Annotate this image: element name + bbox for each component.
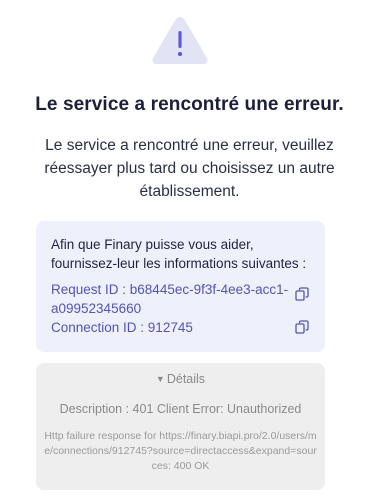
triangle-down-icon: ▼ <box>155 374 165 384</box>
copy-icon <box>295 320 309 334</box>
details-toggle[interactable]: ▼ Détails <box>36 372 325 386</box>
http-error-message: Http failure response for https://finary… <box>44 430 317 472</box>
error-message: Le service a rencontré une erreur, veuil… <box>44 137 335 200</box>
copy-icon <box>295 287 309 301</box>
error-description: Description : 401 Client Error: Unauthor… <box>59 402 302 416</box>
connection-id: Connection ID : 912745 <box>51 320 193 335</box>
copy-request-id-button[interactable] <box>295 287 309 301</box>
details-card: ▼ Détails Description : 401 Client Error:… <box>36 363 325 490</box>
warning-icon <box>150 14 210 66</box>
support-info-intro: Afin que Finary puisse vous aider, fourn… <box>51 237 307 271</box>
support-info-card: Afin que Finary puisse vous aider, fourn… <box>36 221 325 352</box>
copy-connection-id-button[interactable] <box>295 320 309 334</box>
details-toggle-label: Détails <box>166 372 206 386</box>
error-title: Le service a rencontré une erreur. <box>35 94 344 115</box>
request-id: Request ID : b68445ec-9f3f-4ee3-acc1-a09… <box>51 282 289 316</box>
error-page: Le service a rencontré une erreur. Le se… <box>0 0 379 500</box>
